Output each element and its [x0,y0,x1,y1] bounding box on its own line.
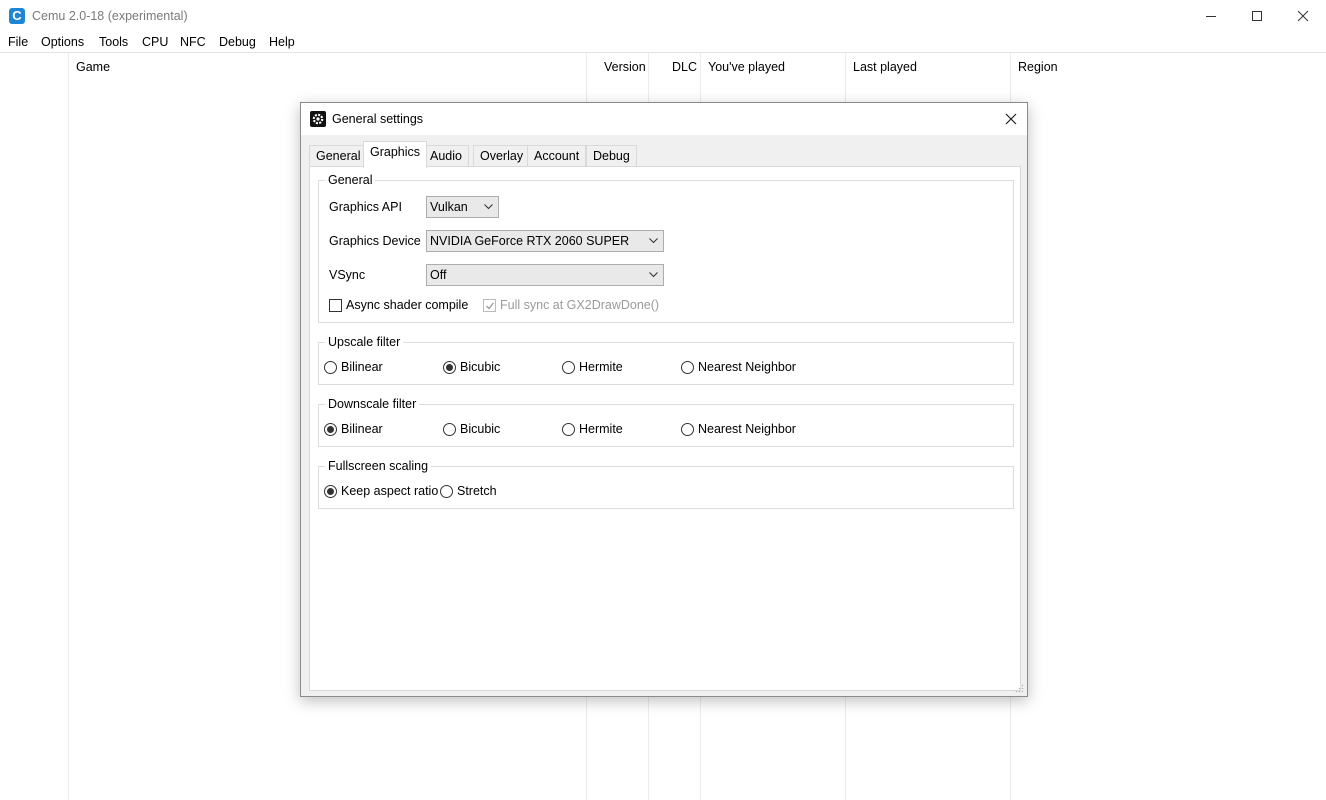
group-title: General [325,173,376,187]
chevron-down-icon [649,238,658,244]
keep-aspect-ratio-radio[interactable] [324,485,337,498]
column-header-version[interactable]: Version [604,60,646,74]
radio-label[interactable]: Hermite [579,422,623,436]
vsync-dropdown[interactable]: Off [426,264,664,286]
radio-label[interactable]: Keep aspect ratio [341,484,438,498]
async-shader-label[interactable]: Async shader compile [346,298,468,312]
vsync-label: VSync [329,268,366,282]
tab-label: Account [534,149,580,163]
tab-general[interactable]: General [309,145,368,167]
maximize-icon [1252,11,1262,21]
radio-label[interactable]: Bicubic [460,360,500,374]
group-title: Fullscreen scaling [325,459,432,473]
menubar: File Options Tools CPU NFC Debug Help [0,32,1326,53]
downscale-nearest-neighbor-radio[interactable] [681,423,694,436]
column-header-last-played[interactable]: Last played [853,60,917,74]
radio-label[interactable]: Bilinear [341,360,383,374]
dialog-close-button[interactable] [997,107,1025,131]
upscale-bilinear-radio[interactable] [324,361,337,374]
radio-label[interactable]: Nearest Neighbor [698,360,796,374]
radio-label[interactable]: Nearest Neighbor [698,422,796,436]
stretch-radio[interactable] [440,485,453,498]
tab-graphics[interactable]: Graphics [363,141,428,168]
upscale-hermite-radio[interactable] [562,361,575,374]
full-sync-checkbox [483,299,496,312]
tab-label: Graphics [370,145,421,159]
column-header-game[interactable]: Game [76,60,110,74]
async-shader-checkbox[interactable] [329,299,342,312]
menu-file[interactable]: File [8,35,28,49]
column-header-region[interactable]: Region [1018,60,1058,74]
menu-nfc[interactable]: NFC [180,35,206,49]
graphics-device-dropdown[interactable]: NVIDIA GeForce RTX 2060 SUPER [426,230,664,252]
upscale-filter-group: Upscale filter Bilinear Bicubic Hermite … [318,335,1014,385]
group-title: Downscale filter [325,397,420,411]
upscale-nearest-neighbor-radio[interactable] [681,361,694,374]
general-settings-dialog: General settings General Graphics Audio … [300,102,1028,697]
close-window-button[interactable] [1280,0,1326,32]
radio-label[interactable]: Stretch [457,484,497,498]
dialog-title: General settings [332,112,424,126]
app-titlebar[interactable]: C Cemu 2.0-18 (experimental) [0,0,1326,32]
gear-icon [310,111,326,127]
chevron-down-icon [649,272,658,278]
graphics-api-label: Graphics API [329,200,402,214]
radio-label[interactable]: Bicubic [460,422,500,436]
column-header-dlc[interactable]: DLC [672,60,697,74]
close-icon [1297,10,1309,22]
tab-label: Overlay [480,149,524,163]
cemu-logo-icon: C [9,8,25,24]
resize-grip-icon[interactable] [1015,684,1024,693]
app-title: Cemu 2.0-18 (experimental) [32,9,188,23]
tab-overlay[interactable]: Overlay [473,145,531,167]
dialog-titlebar[interactable]: General settings [301,103,1027,135]
close-icon [1005,113,1017,125]
fullscreen-scaling-group: Fullscreen scaling Keep aspect ratio Str… [318,459,1014,509]
downscale-hermite-radio[interactable] [562,423,575,436]
graphics-tab-page: General Graphics API Vulkan Graphics Dev… [309,166,1021,691]
column-divider [68,53,69,800]
group-title: Upscale filter [325,335,404,349]
dialog-body: General Graphics Audio Overlay Account D… [301,135,1027,696]
column-header-played[interactable]: You've played [708,60,785,74]
dropdown-value: NVIDIA GeForce RTX 2060 SUPER [430,234,630,248]
general-group: General Graphics API Vulkan Graphics Dev… [318,173,1014,323]
checkmark-icon [486,302,495,310]
graphics-api-dropdown[interactable]: Vulkan [426,196,499,218]
menu-tools[interactable]: Tools [99,35,128,49]
menu-cpu[interactable]: CPU [142,35,168,49]
chevron-down-icon [484,204,493,210]
tab-label: General [316,149,361,163]
minimize-button[interactable] [1188,0,1234,32]
menu-options[interactable]: Options [41,35,84,49]
dropdown-value: Vulkan [430,200,468,214]
tab-label: Debug [593,149,630,163]
dropdown-value: Off [430,268,447,282]
maximize-button[interactable] [1234,0,1280,32]
minimize-icon [1206,16,1216,17]
full-sync-label: Full sync at GX2DrawDone() [500,298,660,312]
radio-label[interactable]: Bilinear [341,422,383,436]
tab-account[interactable]: Account [527,145,587,167]
menu-help[interactable]: Help [269,35,295,49]
downscale-bilinear-radio[interactable] [324,423,337,436]
tab-debug[interactable]: Debug [586,145,637,167]
graphics-device-label: Graphics Device [329,234,421,248]
radio-label[interactable]: Hermite [579,360,623,374]
tab-audio[interactable]: Audio [423,145,469,167]
downscale-bicubic-radio[interactable] [443,423,456,436]
upscale-bicubic-radio[interactable] [443,361,456,374]
menu-debug[interactable]: Debug [219,35,256,49]
tab-label: Audio [430,149,462,163]
downscale-filter-group: Downscale filter Bilinear Bicubic Hermit… [318,397,1014,447]
